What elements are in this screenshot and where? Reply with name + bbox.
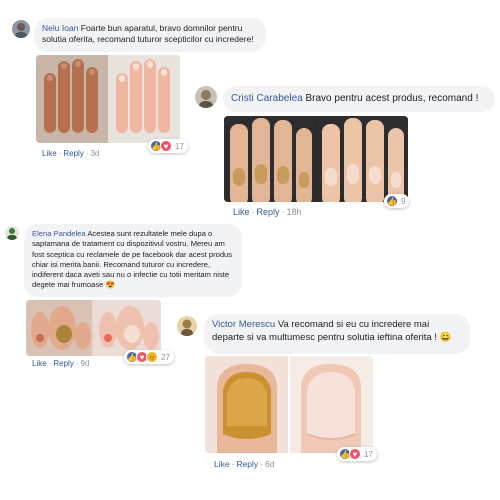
like-link[interactable]: Like (42, 149, 57, 158)
comment-actions: Like · Reply · 3d (42, 149, 100, 158)
comment-photo[interactable] (224, 116, 408, 202)
reply-link[interactable]: Reply (53, 359, 73, 368)
reaction-summary[interactable]: 👍 ♥ 17 (148, 139, 188, 153)
comment-author[interactable]: Victor Merescu (212, 319, 275, 330)
comment-text: Acestea sunt rezultatele mele dupa o sap… (32, 229, 233, 290)
reply-link[interactable]: Reply (257, 207, 280, 217)
reply-link[interactable]: Reply (236, 459, 258, 469)
avatar[interactable] (177, 316, 197, 336)
like-link[interactable]: Like (214, 459, 230, 469)
comment-timestamp[interactable]: 9d (80, 359, 89, 368)
love-icon: ♥ (349, 448, 361, 460)
comment-timestamp[interactable]: 6d (265, 459, 274, 469)
comment-actions: Like · Reply · 18h (233, 207, 302, 217)
reaction-count: 17 (364, 449, 373, 459)
reaction-summary[interactable]: 👍 ♥ 17 (337, 447, 377, 461)
like-link[interactable]: Like (32, 359, 47, 368)
comment-bubble: Elena Pandelea Acestea sunt rezultatele … (24, 224, 242, 297)
wow-icon: ○ (146, 351, 158, 363)
comment-author[interactable]: Nelu Ioan (42, 23, 78, 33)
reaction-summary[interactable]: 👍 ♥ ○ 27 (124, 350, 174, 364)
comment-author[interactable]: Cristi Carabelea (231, 93, 303, 104)
comment-timestamp[interactable]: 3d (90, 149, 99, 158)
reply-link[interactable]: Reply (63, 149, 83, 158)
comment-bubble: Cristi Carabelea Bravo pentru acest prod… (223, 86, 495, 112)
comment-photo[interactable] (36, 55, 180, 143)
comment-actions: Like · Reply · 9d (32, 359, 90, 368)
like-icon: 👍 (386, 195, 398, 207)
comment-bubble: Victor Merescu Va recomand si eu cu incr… (204, 314, 470, 354)
reaction-summary[interactable]: 👍 9 (384, 194, 410, 208)
love-icon: ♥ (160, 140, 172, 152)
avatar[interactable] (5, 226, 19, 240)
avatar[interactable] (195, 86, 217, 108)
comment-photo[interactable] (26, 300, 161, 356)
comment-author[interactable]: Elena Pandelea (32, 229, 86, 238)
avatar[interactable] (12, 20, 30, 38)
reaction-count: 17 (175, 141, 184, 151)
reaction-count: 27 (161, 352, 170, 362)
comment-actions: Like · Reply · 6d (214, 459, 275, 469)
like-link[interactable]: Like (233, 207, 250, 217)
comment-photo[interactable] (205, 356, 373, 453)
comment-text: Bravo pentru acest produs, recomand ! (305, 93, 479, 104)
comment-bubble: Nelu Ioan Foarte bun aparatul, bravo dom… (34, 18, 266, 52)
comment-timestamp[interactable]: 18h (287, 207, 302, 217)
reaction-count: 9 (401, 196, 406, 206)
